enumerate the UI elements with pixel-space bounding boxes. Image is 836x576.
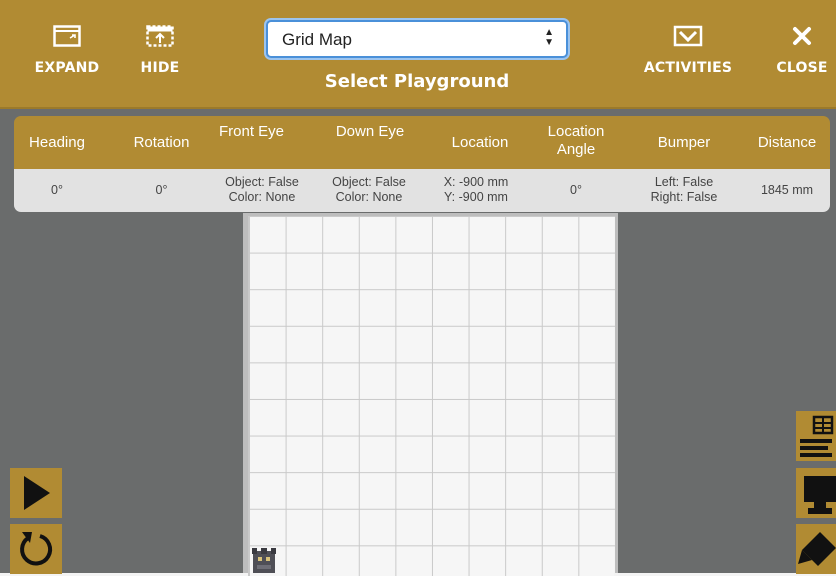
sensor-table-icon bbox=[800, 415, 834, 457]
location-y: Y: -900 mm bbox=[444, 190, 508, 204]
value-heading: 0° bbox=[51, 183, 63, 197]
bumper-left: Left: False bbox=[654, 175, 714, 189]
activities-button[interactable]: ACTIVITIES bbox=[643, 24, 733, 76]
hide-icon bbox=[146, 25, 174, 47]
close-icon bbox=[793, 27, 811, 45]
header-front-eye: Front Eye bbox=[218, 123, 285, 140]
playground-select[interactable]: Grid Map ▲ ▼ bbox=[266, 20, 568, 58]
value-location-angle: 0° bbox=[570, 183, 582, 197]
play-icon bbox=[24, 476, 50, 510]
sensor-table-header: Heading Rotation Front Eye Down Eye Loca… bbox=[14, 116, 830, 169]
value-down-eye: Object: False Color: None bbox=[316, 175, 422, 205]
sensor-table: Heading Rotation Front Eye Down Eye Loca… bbox=[14, 116, 830, 212]
reset-icon bbox=[20, 532, 53, 566]
play-button[interactable] bbox=[10, 468, 62, 518]
expand-button[interactable]: EXPAND bbox=[22, 24, 112, 76]
robot-view-icon bbox=[804, 476, 836, 514]
location-x: X: -900 mm bbox=[443, 175, 509, 189]
expand-icon bbox=[53, 25, 81, 47]
pen-button[interactable] bbox=[796, 524, 836, 574]
value-bumper: Left: False Right: False bbox=[626, 175, 742, 205]
hide-label: HIDE bbox=[140, 60, 180, 76]
playground-select-value: Grid Map bbox=[282, 30, 352, 49]
header-heading: Heading bbox=[29, 134, 85, 151]
select-arrows-icon: ▲ ▼ bbox=[544, 27, 554, 48]
reset-button[interactable] bbox=[10, 524, 62, 574]
robot-view-button[interactable] bbox=[796, 468, 836, 518]
header-distance: Distance bbox=[757, 134, 817, 151]
grid-map-frame bbox=[243, 213, 618, 576]
bumper-right: Right: False bbox=[650, 190, 718, 204]
activities-icon bbox=[673, 25, 703, 47]
sensor-table-row: 0° 0° Object: False Color: None Object: … bbox=[14, 169, 830, 212]
value-location: X: -900 mm Y: -900 mm bbox=[426, 175, 526, 205]
front-eye-color: Color: None bbox=[228, 190, 296, 204]
expand-label: EXPAND bbox=[34, 60, 100, 76]
header-bumper: Bumper bbox=[657, 134, 711, 151]
header-down-eye: Down Eye bbox=[335, 123, 405, 140]
sensor-table-button[interactable] bbox=[796, 411, 836, 461]
value-front-eye: Object: False Color: None bbox=[210, 175, 314, 205]
page-title: Select Playground bbox=[324, 71, 510, 92]
header-location: Location bbox=[451, 134, 509, 151]
robot-icon[interactable] bbox=[250, 545, 278, 573]
grid-map[interactable] bbox=[248, 216, 615, 576]
close-button[interactable]: CLOSE bbox=[757, 24, 836, 76]
toolbar: EXPAND HIDE Grid Map ▲ ▼ Select Playgroun… bbox=[0, 0, 836, 109]
activities-label: ACTIVITIES bbox=[643, 60, 733, 76]
down-eye-object: Object: False bbox=[332, 175, 406, 189]
close-label: CLOSE bbox=[776, 60, 828, 76]
down-eye-color: Color: None bbox=[335, 190, 403, 204]
value-distance: 1845 mm bbox=[760, 183, 814, 197]
pen-icon bbox=[798, 532, 836, 566]
value-rotation: 0° bbox=[155, 183, 168, 197]
hide-button[interactable]: HIDE bbox=[115, 24, 205, 76]
front-eye-object: Object: False bbox=[225, 175, 299, 189]
header-rotation: Rotation bbox=[133, 134, 190, 151]
header-location-angle: Location Angle bbox=[547, 123, 605, 158]
